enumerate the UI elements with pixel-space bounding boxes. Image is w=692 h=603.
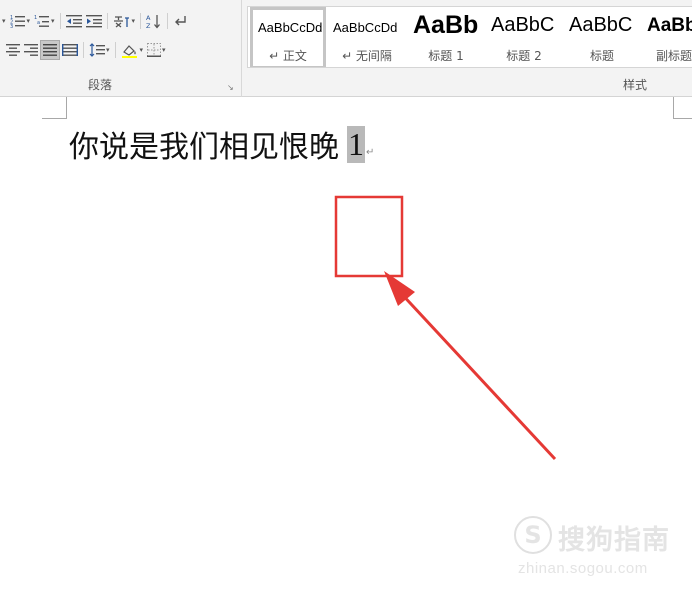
annotation-arrow — [396, 288, 557, 461]
highlight-box — [334, 195, 404, 278]
watermark-logo: S — [514, 516, 552, 554]
watermark: S 搜狗指南 zhinan.sogou.com — [514, 512, 674, 582]
watermark-brand: 搜狗指南 — [558, 525, 670, 556]
watermark-url: zhinan.sogou.com — [518, 560, 648, 577]
